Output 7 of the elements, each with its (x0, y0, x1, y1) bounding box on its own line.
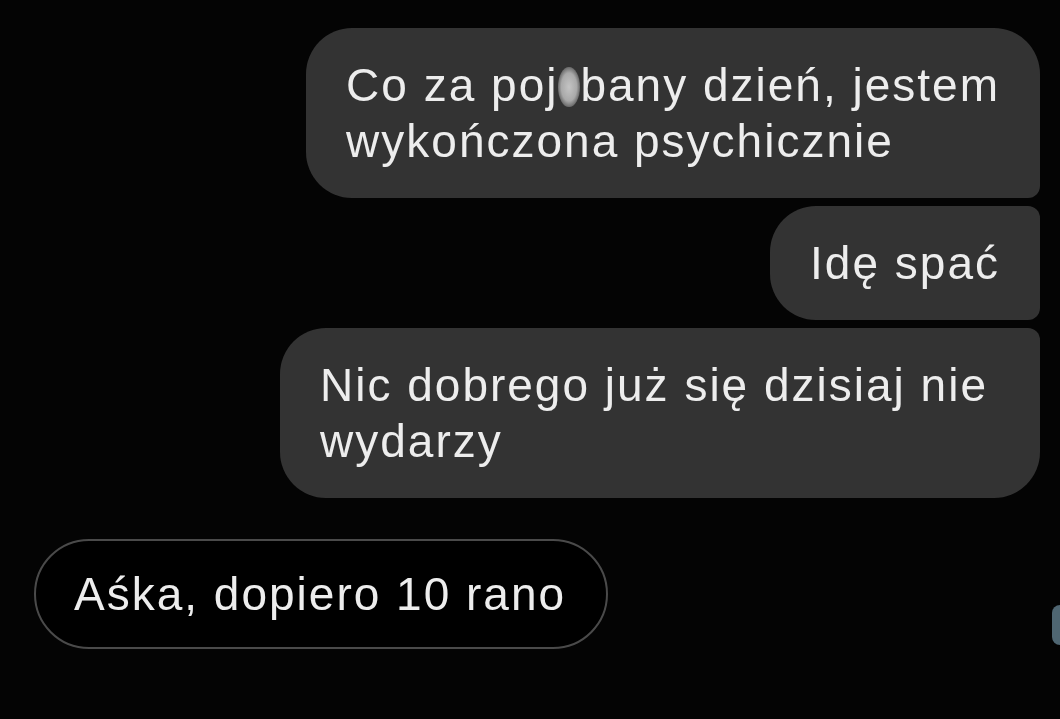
message-text: wykończona psychicznie (346, 115, 894, 167)
message-text: bany dzień, jestem (580, 59, 1000, 111)
message-text: Nic dobrego już się dzisiaj nie wydarzy (320, 359, 988, 467)
message-text: Co za poj (346, 59, 559, 111)
censor-blur-icon (558, 67, 581, 107)
message-text: Idę spać (810, 237, 1000, 289)
message-text: Aśka, dopiero 10 rano (74, 568, 567, 620)
